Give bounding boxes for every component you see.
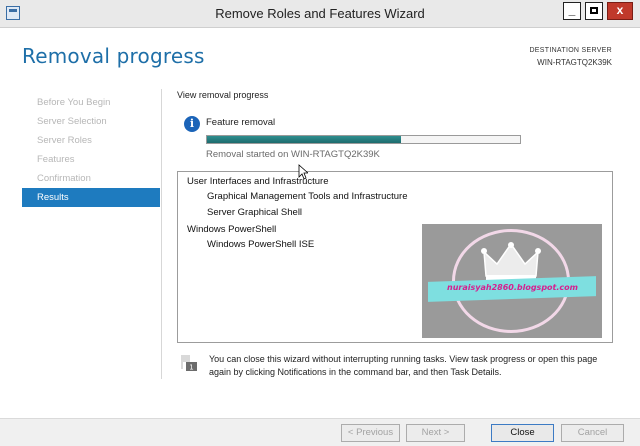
previous-button[interactable]: < Previous <box>341 424 400 442</box>
wizard-steps-sidebar: Before You Begin Server Selection Server… <box>22 93 160 207</box>
sidebar-item-features: Features <box>37 154 75 165</box>
group-title-windows-powershell: Windows PowerShell <box>187 224 277 235</box>
section-label: View removal progress <box>177 90 269 100</box>
destination-server-value: WIN-RTAGTQ2K39K <box>537 58 612 67</box>
sidebar-item-server-roles: Server Roles <box>37 135 92 146</box>
list-item: Windows PowerShell ISE <box>207 239 315 250</box>
maximize-icon <box>590 7 598 14</box>
results-list: User Interfaces and Infrastructure Graph… <box>177 171 613 343</box>
destination-server-label: DESTINATION SERVER <box>529 47 612 54</box>
close-window-button[interactable]: x <box>607 2 633 20</box>
watermark-text: nuraisyah2860.blogspot.com <box>447 283 578 292</box>
watermark-image: nuraisyah2860.blogspot.com <box>422 224 602 338</box>
progress-title: Feature removal <box>206 117 276 128</box>
info-icon: i <box>184 116 200 132</box>
list-item: Graphical Management Tools and Infrastru… <box>207 191 408 202</box>
flag-note-icon: 1 <box>181 355 197 372</box>
sidebar-item-server-selection: Server Selection <box>37 116 107 127</box>
note-text: You can close this wizard without interr… <box>209 354 598 377</box>
progress-status: Removal started on WIN-RTAGTQ2K39K <box>206 149 380 160</box>
sidebar-item-results[interactable]: Results <box>22 188 160 207</box>
list-item: Server Graphical Shell <box>207 207 303 218</box>
sidebar-item-before-you-begin: Before You Begin <box>37 97 111 108</box>
window-title: Remove Roles and Features Wizard <box>215 6 425 21</box>
page-title: Removal progress <box>22 44 205 68</box>
maximize-button[interactable] <box>585 2 603 20</box>
sidebar-divider <box>161 89 162 379</box>
title-bar: Remove Roles and Features Wizard _ x <box>0 0 640 28</box>
next-button[interactable]: Next > <box>406 424 465 442</box>
svg-text:1: 1 <box>189 364 193 372</box>
crown-icon <box>481 242 541 280</box>
minimize-button[interactable]: _ <box>563 2 581 20</box>
cancel-button[interactable]: Cancel <box>561 424 624 442</box>
progress-bar-fill <box>207 136 402 143</box>
mouse-cursor-icon <box>298 164 308 180</box>
sidebar-item-confirmation: Confirmation <box>37 173 91 184</box>
close-button[interactable]: Close <box>491 424 554 442</box>
progress-bar <box>206 135 521 144</box>
